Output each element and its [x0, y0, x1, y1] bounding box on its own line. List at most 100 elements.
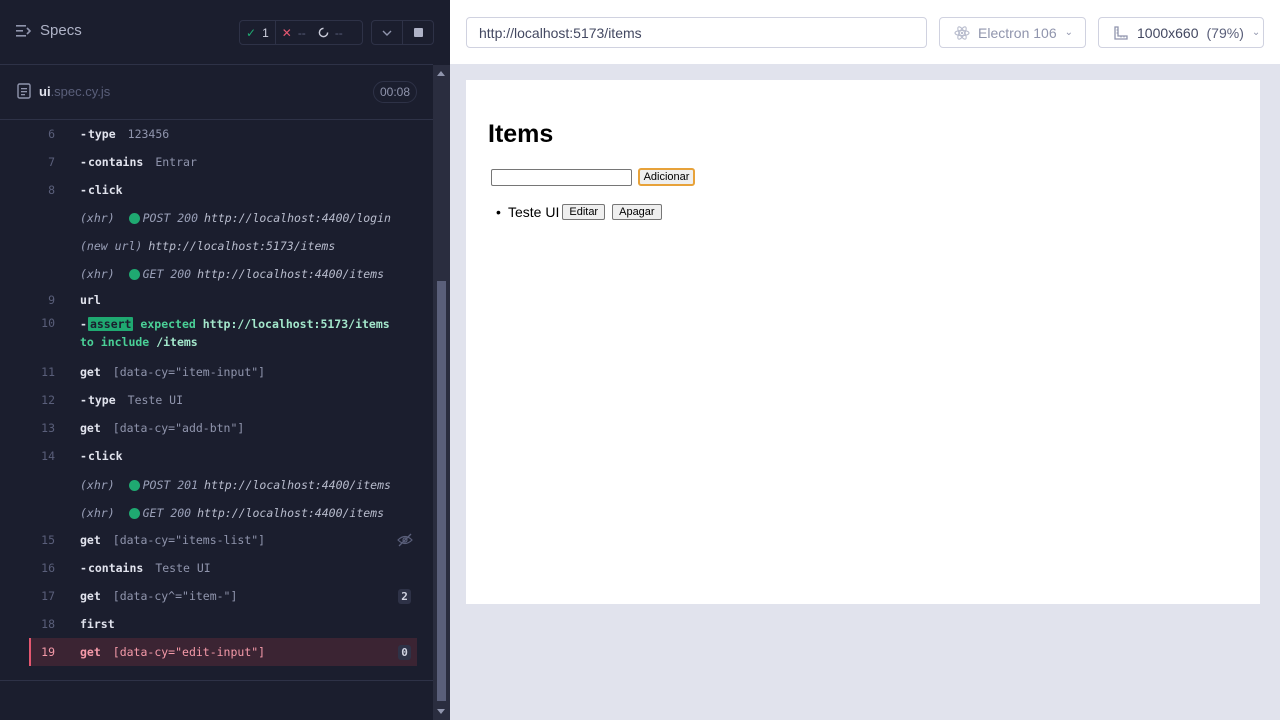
command-message: Teste UI — [127, 393, 184, 407]
stop-button[interactable] — [402, 21, 433, 44]
chevron-down-icon: ⌄ — [1064, 27, 1073, 38]
status-dot-icon — [128, 268, 140, 280]
edit-button[interactable]: Editar — [562, 204, 606, 220]
reporter-panel: Specs ✓ 1 ✕ -- -- ui.spec.cy.js 00:08 6 … — [0, 0, 450, 720]
command-row[interactable]: 9 url — [29, 286, 417, 314]
xhr-log-row[interactable]: (xhr) GET 200 http://localhost:4400/items — [29, 499, 417, 527]
xhr-status: POST 201 — [142, 478, 199, 492]
command-number: 11 — [41, 365, 55, 379]
child-dash: - — [80, 127, 87, 141]
xhr-log-row[interactable]: (xhr) POST 200 http://localhost:4400/login — [29, 204, 417, 232]
add-button[interactable]: Adicionar — [638, 168, 695, 186]
command-log: 6- type 123456 7- contains Entrar 8- click (xhr)… — [0, 120, 433, 680]
event-url: http://localhost:4400/items — [204, 478, 391, 492]
assert-tag: assert — [87, 317, 134, 331]
command-name: type — [87, 393, 116, 407]
command-row[interactable]: 17 get [data-cy^="item-"] 2 — [29, 582, 417, 610]
command-row[interactable]: 12 - type Teste UI — [29, 386, 417, 414]
command-name: contains — [87, 561, 144, 575]
child-dash: - — [80, 449, 87, 463]
child-dash: - — [80, 561, 87, 575]
reporter-footer-divider — [0, 680, 433, 681]
command-row[interactable]: 16 - contains Teste UI — [29, 554, 417, 582]
pending-stat: -- — [312, 21, 349, 44]
specs-list-icon — [16, 24, 32, 37]
command-row[interactable]: 11 get [data-cy="item-input"] — [29, 358, 417, 386]
list-item: Teste UI Editar Apagar — [508, 204, 662, 220]
command-row[interactable]: 7 - contains Entrar — [29, 148, 417, 176]
assert-url: http://localhost:5173/items — [202, 317, 390, 331]
command-row[interactable]: 6 - type 123456 — [29, 120, 417, 148]
command-number: 18 — [41, 617, 55, 631]
toggle-auto-scroll-button[interactable] — [372, 21, 402, 44]
passed-count: 1 — [262, 25, 269, 40]
command-number: 15 — [41, 533, 55, 547]
status-dot-icon — [128, 507, 140, 519]
command-row[interactable]: 14 - click — [29, 442, 417, 470]
event-label: (new url) — [80, 239, 143, 253]
command-row[interactable]: 8 - click — [29, 176, 417, 204]
command-name: click — [87, 183, 123, 197]
event-url: http://localhost:4400/items — [197, 267, 385, 281]
stop-icon — [413, 28, 423, 37]
passed-stat: ✓ 1 — [240, 21, 276, 44]
status-dot-icon — [128, 479, 140, 491]
child-dash: - — [80, 393, 87, 407]
assert-expected: expected — [140, 317, 196, 331]
command-log-scrollbar[interactable] — [433, 65, 450, 720]
element-count-badge: 0 — [398, 644, 411, 660]
browser-select[interactable]: Electron 106 ⌄ — [939, 17, 1086, 48]
command-message: Teste UI — [155, 561, 211, 575]
command-row[interactable]: 18 first — [29, 610, 417, 638]
failed-command-row[interactable]: 19 get [data-cy="edit-input"] 0 — [29, 638, 417, 666]
scroll-thumb[interactable] — [437, 281, 446, 701]
specs-toggle-button[interactable]: Specs — [16, 22, 82, 39]
reporter-header: Specs ✓ 1 ✕ -- -- — [0, 0, 434, 65]
spec-file[interactable]: ui.spec.cy.js — [17, 83, 110, 99]
assert-value: /items — [156, 335, 198, 349]
app-under-test-frame: Items Adicionar Teste UI Editar Apagar — [466, 80, 1260, 604]
xhr-log-row[interactable]: (xhr) GET 200 http://localhost:4400/items — [29, 260, 417, 288]
command-number: 12 — [41, 393, 55, 407]
aut-url-field[interactable]: http://localhost:5173/items — [466, 17, 927, 48]
assert-to-include: to include — [80, 335, 150, 349]
pending-count: -- — [334, 25, 343, 40]
command-number: 7 — [48, 155, 55, 169]
xhr-log-row[interactable]: (xhr) POST 201 http://localhost:4400/items — [29, 471, 417, 499]
command-message: [data-cy="edit-input"] — [112, 645, 266, 659]
event-url: http://localhost:5173/items — [148, 239, 336, 253]
command-message: Entrar — [155, 155, 197, 169]
spec-file-ext: .spec.cy.js — [50, 83, 111, 99]
viewport-info[interactable]: 1000x660 (79%) ⌄ — [1098, 17, 1264, 48]
delete-button[interactable]: Apagar — [612, 204, 662, 220]
command-name: contains — [87, 155, 144, 169]
scroll-down-arrow-icon[interactable] — [437, 709, 445, 714]
command-row[interactable]: 15 get [data-cy="items-list"] — [29, 526, 417, 554]
xhr-status: GET 200 — [142, 506, 192, 520]
command-name: get — [80, 421, 101, 435]
command-message: 123456 — [127, 127, 170, 141]
item-input[interactable] — [491, 169, 632, 186]
status-dot-icon — [128, 212, 140, 224]
command-name: get — [80, 645, 101, 659]
failed-stat: ✕ -- — [276, 21, 312, 44]
command-number: 8 — [48, 183, 55, 197]
child-dash: - — [80, 183, 87, 197]
command-row[interactable]: 13 get [data-cy="add-btn"] — [29, 414, 417, 442]
event-label: (xhr) — [80, 506, 115, 520]
assert-log-row[interactable]: 10 - assert expected http://localhost:5173… — [29, 315, 417, 351]
xhr-status: POST 200 — [142, 211, 199, 225]
element-count-badge: 2 — [398, 588, 411, 604]
specs-label: Specs — [40, 22, 82, 39]
failed-count: -- — [297, 25, 306, 40]
event-label: (xhr) — [80, 211, 115, 225]
pending-circle-icon — [318, 27, 329, 38]
command-message: [data-cy="items-list"] — [112, 533, 266, 547]
run-controls — [371, 20, 434, 45]
event-label: (xhr) — [80, 478, 115, 492]
item-text: Teste UI — [508, 204, 560, 220]
scroll-up-arrow-icon[interactable] — [437, 71, 445, 76]
command-name: url — [80, 293, 101, 307]
new-url-log-row[interactable]: (new url) http://localhost:5173/items — [29, 232, 417, 260]
page-title: Items — [488, 120, 554, 148]
